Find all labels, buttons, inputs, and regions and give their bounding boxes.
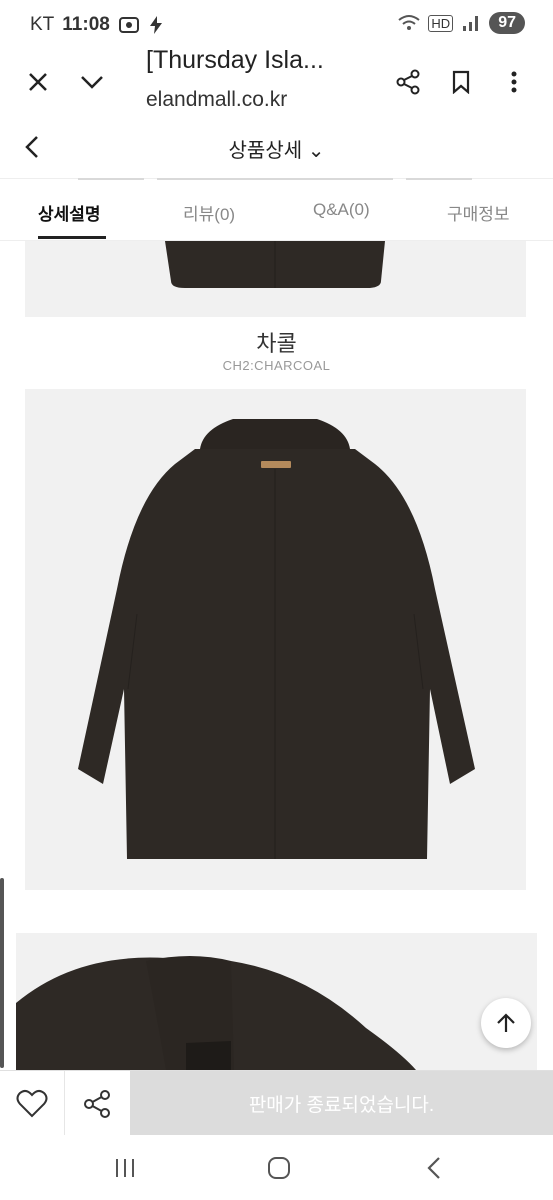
recent-apps-button[interactable]: [105, 1153, 145, 1183]
browser-toolbar: [Thursday Isla... elandmall.co.kr: [0, 46, 553, 119]
recent-apps-icon: [116, 1159, 134, 1177]
share-product-button[interactable]: [65, 1071, 129, 1136]
share-button[interactable]: [388, 62, 428, 102]
more-vertical-icon: [511, 71, 517, 93]
clock: 11:08: [62, 14, 110, 35]
edge-panel-handle[interactable]: [0, 878, 4, 1068]
carrier-label: KT: [30, 14, 55, 35]
product-image-main: [25, 389, 526, 890]
tab-detail[interactable]: 상세설명: [38, 200, 101, 225]
product-image-detail: [16, 933, 537, 1070]
heart-icon: [16, 1089, 48, 1117]
collapse-button[interactable]: [72, 62, 112, 102]
scroll-top-button[interactable]: [481, 998, 531, 1048]
battery-level: 97: [489, 12, 525, 34]
more-menu-button[interactable]: [494, 62, 534, 102]
screen-record-icon: [118, 17, 139, 33]
share-icon: [396, 69, 420, 95]
bookmark-icon: [452, 70, 470, 94]
system-nav-bar: [0, 1135, 553, 1200]
arrow-up-icon: [497, 1013, 515, 1032]
status-bar: KT 11:08 HD 97: [0, 0, 553, 52]
back-nav-button[interactable]: [414, 1153, 454, 1183]
wishlist-button[interactable]: [0, 1071, 65, 1136]
close-icon: [29, 73, 47, 91]
page-title[interactable]: [Thursday Isla...: [146, 46, 324, 75]
home-button[interactable]: [259, 1153, 299, 1183]
url-text[interactable]: elandmall.co.kr: [146, 88, 287, 112]
detail-tabs: 상세설명 리뷰(0) Q&A(0) 구매정보: [0, 180, 553, 241]
close-tab-button[interactable]: [18, 62, 58, 102]
purchase-bar: 판매가 종료되었습니다.: [0, 1070, 553, 1136]
tab-qna[interactable]: Q&A(0): [313, 200, 370, 220]
bookmark-button[interactable]: [441, 62, 481, 102]
color-code: CH2:CHARCOAL: [222, 358, 331, 373]
tab-purchase-info[interactable]: 구매정보: [447, 200, 510, 225]
product-image-top: [25, 241, 526, 317]
page-header: 상품상세 ⌄: [0, 118, 553, 179]
tab-reviews[interactable]: 리뷰(0): [183, 200, 235, 225]
back-icon: [427, 1157, 440, 1179]
share-icon: [84, 1089, 110, 1118]
wifi-icon: [398, 15, 421, 30]
signal-icon: [463, 16, 479, 31]
sold-out-button[interactable]: 판매가 종료되었습니다.: [130, 1071, 553, 1136]
hd-badge: HD: [428, 14, 454, 32]
active-tab-indicator: [38, 236, 106, 239]
chevron-down-icon: [81, 76, 103, 89]
flash-icon: [149, 16, 162, 34]
color-name: 차콜: [256, 331, 297, 356]
page-header-title[interactable]: 상품상세 ⌄: [0, 134, 553, 163]
home-icon: [268, 1157, 290, 1179]
